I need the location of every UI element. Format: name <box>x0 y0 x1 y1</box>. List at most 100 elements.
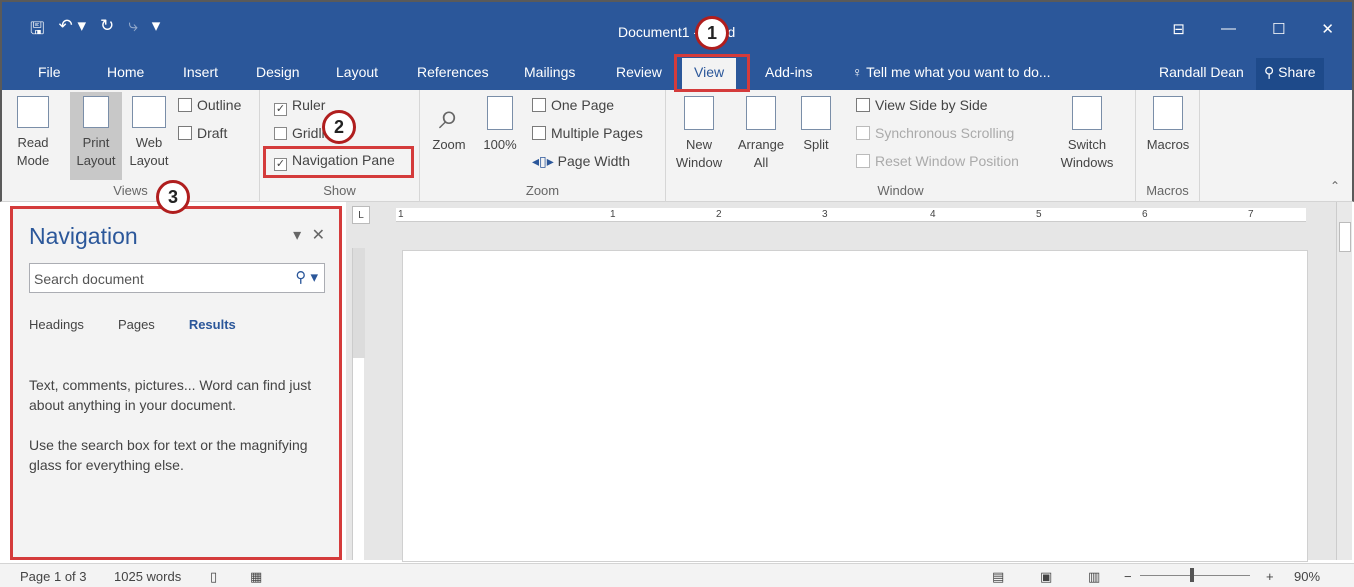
page-width-icon: ◂▯▸ <box>532 153 558 169</box>
synchronous-scrolling-button[interactable]: Synchronous Scrolling <box>856 125 1014 141</box>
tab-pages[interactable]: Pages <box>118 317 155 332</box>
tab-headings[interactable]: Headings <box>29 317 84 332</box>
tab-mailings[interactable]: Mailings <box>524 64 575 80</box>
user-name[interactable]: Randall Dean <box>1159 64 1244 80</box>
group-label-views: Views <box>113 183 148 198</box>
close-button[interactable]: ✕ <box>1321 20 1334 38</box>
proofing-icon[interactable]: ▯ <box>210 569 217 585</box>
arrange-all-icon <box>746 96 776 130</box>
ribbon-display-options-icon[interactable]: ⊟ <box>1172 20 1185 38</box>
group-zoom: ⌕ Zoom 100% One Page Multiple Pages ◂▯▸ … <box>420 90 666 202</box>
switch-windows-button[interactable]: Switch Windows <box>1052 96 1122 172</box>
tab-references[interactable]: References <box>417 64 489 80</box>
quick-access-toolbar: 🖫 ↶ ▾ ↻ ⤷ ▾ <box>30 16 160 45</box>
word-count[interactable]: 1025 words <box>114 569 181 584</box>
print-layout-icon <box>83 96 109 128</box>
vertical-scrollbar[interactable] <box>1336 202 1352 560</box>
zoom-level[interactable]: 90% <box>1294 569 1320 584</box>
zoom-slider[interactable] <box>1140 575 1250 576</box>
redo-icon[interactable]: ↻ <box>100 16 114 45</box>
zoom-in-icon[interactable]: + <box>1266 569 1274 584</box>
multiple-pages-button[interactable]: Multiple Pages <box>532 125 643 141</box>
callout-3: 3 <box>156 180 190 214</box>
tab-design[interactable]: Design <box>256 64 300 80</box>
read-mode-button[interactable]: Read Mode <box>12 96 54 170</box>
repeat-icon[interactable]: ⤷ <box>128 16 138 45</box>
tab-review[interactable]: Review <box>616 64 662 80</box>
tab-add-ins[interactable]: Add-ins <box>765 64 812 80</box>
tab-file[interactable]: File <box>38 64 61 80</box>
split-icon <box>801 96 831 130</box>
multiple-pages-icon <box>532 126 546 140</box>
group-window: New Window Arrange All Split View Side b… <box>666 90 1136 202</box>
print-layout-button[interactable]: Print Layout <box>70 92 122 180</box>
zoom-slider-thumb[interactable] <box>1190 568 1194 582</box>
ruler-checkbox[interactable]: ✓ Ruler <box>274 97 325 116</box>
zoom-100-button[interactable]: 100% <box>480 96 520 154</box>
person-icon: ⚲ <box>1264 64 1279 80</box>
page-count[interactable]: Page 1 of 3 <box>20 569 87 584</box>
tab-selector[interactable]: L <box>352 206 370 224</box>
sync-scroll-icon <box>856 126 870 140</box>
macros-button[interactable]: Macros <box>1142 96 1194 154</box>
minimize-button[interactable]: — <box>1221 20 1236 38</box>
group-macros: Macros Macros <box>1136 90 1200 202</box>
outline-icon <box>178 98 192 112</box>
save-icon[interactable]: 🖫 <box>30 16 44 45</box>
tab-layout[interactable]: Layout <box>336 64 378 80</box>
read-mode-view-icon[interactable]: ▤ <box>992 569 1004 585</box>
reset-window-position-button[interactable]: Reset Window Position <box>856 153 1019 169</box>
page-100-icon <box>487 96 513 130</box>
tab-results[interactable]: Results <box>189 317 236 332</box>
share-button[interactable]: ⚲ Share <box>1256 58 1324 90</box>
collapse-ribbon-icon[interactable]: ⌃ <box>1330 179 1340 193</box>
split-button[interactable]: Split <box>796 96 836 154</box>
status-bar: Page 1 of 3 1025 words ▯ ▦ ▤ ▣ ▥ − + 90% <box>0 563 1354 587</box>
document-page[interactable] <box>402 250 1308 562</box>
navigation-pane-controls: ▾ ✕ <box>293 225 325 245</box>
switch-windows-icon <box>1072 96 1102 130</box>
print-layout-view-icon[interactable]: ▣ <box>1040 569 1052 585</box>
tab-home[interactable]: Home <box>107 64 144 80</box>
scrollbar-thumb[interactable] <box>1339 222 1351 252</box>
task-pane-options-icon[interactable]: ▾ <box>293 227 301 244</box>
navigation-title: Navigation <box>29 223 138 249</box>
customize-qat-icon[interactable]: ▾ <box>152 16 161 45</box>
callout-1: 1 <box>695 16 729 50</box>
search-document-input[interactable]: Search document ⚲ ▾ <box>29 263 325 293</box>
group-label-show: Show <box>323 183 356 198</box>
web-layout-icon <box>132 96 166 128</box>
macro-record-icon[interactable]: ▦ <box>250 569 262 585</box>
one-page-icon <box>532 98 546 112</box>
web-layout-button[interactable]: Web Layout <box>126 96 172 170</box>
check-icon: ✓ <box>274 103 287 116</box>
web-layout-view-icon[interactable]: ▥ <box>1088 569 1100 585</box>
page-width-button[interactable]: ◂▯▸ Page Width <box>532 153 630 170</box>
tab-insert[interactable]: Insert <box>183 64 218 80</box>
outline-button[interactable]: Outline <box>178 97 241 113</box>
tell-me-search[interactable]: ♀ Tell me what you want to do... <box>852 64 1051 80</box>
horizontal-ruler[interactable]: 1 1 2 3 4 5 6 7 <box>396 208 1306 222</box>
new-window-button[interactable]: New Window <box>672 96 726 172</box>
search-icon[interactable]: ⚲ ▾ <box>295 268 318 286</box>
callout-2: 2 <box>322 110 356 144</box>
title-bar: 🖫 ↶ ▾ ↻ ⤷ ▾ Document1 - Word ⊟ — ☐ ✕ <box>0 0 1354 56</box>
undo-icon[interactable]: ↶ ▾ <box>58 16 86 45</box>
read-mode-icon <box>17 96 49 128</box>
close-icon[interactable]: ✕ <box>312 227 325 244</box>
draft-icon <box>178 126 192 140</box>
draft-button[interactable]: Draft <box>178 125 227 141</box>
zoom-out-icon[interactable]: − <box>1124 569 1132 584</box>
vertical-ruler[interactable] <box>352 248 365 560</box>
new-window-icon <box>684 96 714 130</box>
arrange-all-button[interactable]: Arrange All <box>732 96 790 172</box>
group-label-macros: Macros <box>1146 183 1189 198</box>
one-page-button[interactable]: One Page <box>532 97 614 113</box>
group-label-zoom: Zoom <box>525 183 560 198</box>
view-tab-highlight <box>674 54 750 92</box>
zoom-button[interactable]: ⌕ Zoom <box>428 96 470 154</box>
view-side-by-side-button[interactable]: View Side by Side <box>856 97 988 113</box>
group-views: Read Mode Print Layout Web Layout Outlin… <box>2 90 260 202</box>
maximize-button[interactable]: ☐ <box>1272 20 1285 38</box>
macros-icon <box>1153 96 1183 130</box>
